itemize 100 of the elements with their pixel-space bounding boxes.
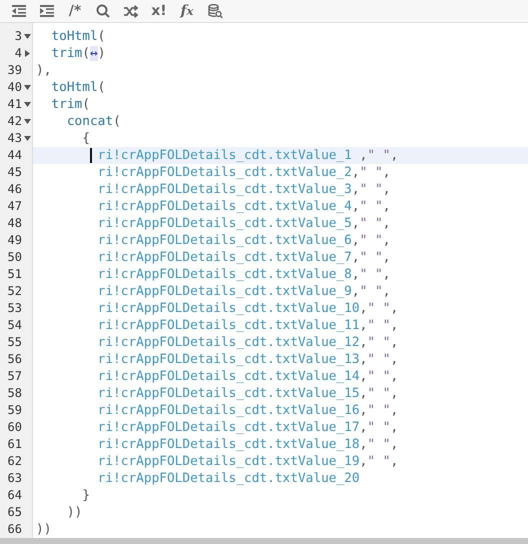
string-literal: " " — [367, 352, 390, 367]
line-number: 4 — [14, 45, 22, 62]
toolbar-button[interactable]: /* — [62, 1, 88, 21]
string-literal: " " — [367, 318, 390, 333]
string-literal: " " — [367, 420, 390, 435]
fold-caret-icon[interactable] — [24, 119, 30, 124]
line-number: 55 — [8, 334, 22, 351]
punctuation: , — [360, 403, 368, 418]
search-icon — [96, 4, 110, 18]
fold-caret-icon[interactable] — [24, 85, 30, 90]
variable-reference: ri!crAppFOLDetails_cdt.txtValue_19 — [98, 454, 360, 469]
punctuation: , — [390, 301, 398, 316]
string-literal: " " — [360, 216, 383, 231]
variable-reference: ri!crAppFOLDetails_cdt.txtValue_20 — [98, 471, 360, 486]
fold-caret-icon[interactable] — [24, 34, 30, 39]
punctuation: , — [390, 454, 398, 469]
variable-reference: ri!crAppFOLDetails_cdt.txtValue_4 — [98, 199, 352, 214]
punctuation: ), — [36, 63, 52, 78]
line-number: 53 — [8, 300, 22, 317]
line-number: 45 — [8, 164, 22, 181]
line-number: 58 — [8, 385, 22, 402]
horizontal-scrollbar[interactable] — [0, 538, 528, 544]
punctuation: , — [382, 199, 390, 214]
punctuation: , — [360, 301, 368, 316]
punctuation: , — [352, 199, 360, 214]
line-number: 66 — [8, 521, 22, 538]
punctuation: , — [382, 233, 390, 248]
fold-caret-icon[interactable] — [24, 136, 30, 141]
variable-reference: ri!crAppFOLDetails_cdt.txtValue_10 — [98, 301, 360, 316]
string-literal: " " — [367, 369, 390, 384]
variable-reference: ri!crAppFOLDetails_cdt.txtValue_14 — [98, 369, 360, 384]
punctuation: } — [82, 488, 90, 503]
punctuation: , — [390, 318, 398, 333]
database-search-icon — [208, 4, 222, 18]
punctuation: ( — [82, 46, 90, 61]
punctuation: , — [382, 216, 390, 231]
punctuation: , — [352, 165, 360, 180]
line-number: 41 — [8, 96, 22, 113]
line-number: 50 — [8, 249, 22, 266]
string-literal: " " — [360, 199, 383, 214]
punctuation: , — [360, 318, 368, 333]
line-number: 54 — [8, 317, 22, 334]
variable-reference: ri!crAppFOLDetails_cdt.txtValue_18 — [98, 437, 360, 452]
punctuation: , — [360, 437, 368, 452]
function-name: toHtml — [51, 80, 98, 95]
expand-caret-icon[interactable] — [24, 50, 30, 57]
function-name: toHtml — [51, 29, 98, 44]
punctuation: ( — [82, 97, 90, 112]
line-number: 62 — [8, 453, 22, 470]
string-literal: " " — [367, 386, 390, 401]
punctuation: , — [390, 403, 398, 418]
string-literal: " " — [360, 165, 383, 180]
line-number: 61 — [8, 436, 22, 453]
line-number: 43 — [8, 130, 22, 147]
line-number: 56 — [8, 351, 22, 368]
outdent-icon — [12, 5, 26, 17]
punctuation: , — [352, 267, 360, 282]
function-name: trim — [51, 97, 82, 112]
variable-reference: ri!crAppFOLDetails_cdt.txtValue_2 — [98, 165, 352, 180]
punctuation: , — [390, 148, 398, 163]
string-literal: " " — [360, 267, 383, 282]
punctuation: ( — [113, 114, 121, 129]
line-number: 48 — [8, 215, 22, 232]
punctuation: ( — [98, 80, 106, 95]
line-number: 63 — [8, 470, 22, 487]
string-literal: " " — [360, 250, 383, 265]
punctuation: , — [360, 335, 368, 350]
line-number: 60 — [8, 419, 22, 436]
punctuation: , — [390, 386, 398, 401]
line-number: 39 — [8, 62, 22, 79]
punctuation: , — [352, 250, 360, 265]
line-number: 47 — [8, 198, 22, 215]
string-literal: " " — [367, 403, 390, 418]
punctuation: , — [360, 352, 368, 367]
shuffle-icon — [124, 4, 138, 18]
line-number: 3 — [14, 28, 22, 45]
variable-reference: ri!crAppFOLDetails_cdt.txtValue_11 — [98, 318, 360, 333]
function-name: concat — [66, 114, 114, 129]
variable-reference: ri!crAppFOLDetails_cdt.txtValue_13 — [98, 352, 360, 367]
folded-code-marker[interactable]: ↔ — [90, 46, 98, 61]
punctuation: , — [360, 386, 368, 401]
punctuation: , — [382, 165, 390, 180]
fold-caret-icon[interactable] — [24, 102, 30, 107]
punctuation: , — [352, 284, 360, 299]
variable-reference: ri!crAppFOLDetails_cdt.txtValue_6 — [98, 233, 352, 248]
punctuation: , — [352, 182, 360, 197]
punctuation: ) — [98, 46, 106, 61]
line-number: 64 — [8, 487, 22, 504]
punctuation: , — [382, 267, 390, 282]
indent-icon — [40, 5, 54, 17]
string-literal: " " — [367, 301, 390, 316]
variable-reference: ri!crAppFOLDetails_cdt.txtValue_16 — [98, 403, 360, 418]
toolbar-button[interactable]: x! — [146, 1, 172, 21]
line-number: 42 — [8, 113, 22, 130]
variable-reference: ri!crAppFOLDetails_cdt.txtValue_5 — [98, 216, 352, 231]
punctuation: )) — [66, 505, 82, 520]
variable-reference: ri!crAppFOLDetails_cdt.txtValue_17 — [98, 420, 360, 435]
punctuation: , — [360, 454, 368, 469]
punctuation: , — [382, 284, 390, 299]
punctuation: , — [352, 216, 360, 231]
